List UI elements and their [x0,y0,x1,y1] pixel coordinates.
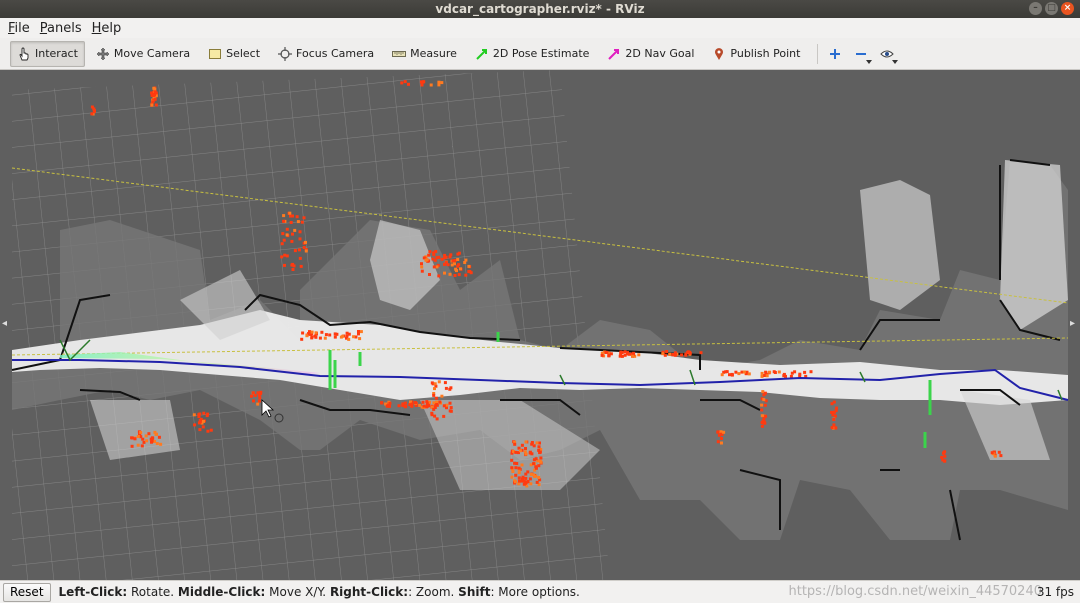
toolbar-separator [817,43,819,64]
reset-button[interactable]: Reset [3,582,51,602]
menu-panels-label: Panels [39,20,82,36]
hint-key-1: Middle-Click: [177,585,266,599]
maximize-icon[interactable]: □ [1045,2,1058,15]
visibility-tool-button[interactable] [876,43,899,65]
menu-file[interactable]: File [4,21,34,36]
move-camera-icon [96,47,110,60]
status-bar: Reset Left-Click: Rotate. Middle-Click: … [0,580,1080,603]
hint-action-1: Move X/Y. [265,585,330,599]
add-tool-button[interactable] [824,43,846,65]
publish-point-tool-button[interactable]: Publish Point [705,41,807,67]
menu-help-label: Help [91,20,122,36]
map-pin-icon [715,47,724,60]
focus-camera-tool-label: Focus Camera [296,47,375,60]
select-box-icon [209,48,222,59]
ruler-icon [392,50,407,57]
hint-action-0: Rotate. [127,585,178,599]
interact-tool-label: Interact [35,47,78,60]
select-tool-label: Select [226,47,261,60]
minus-icon [856,52,867,55]
menu-help[interactable]: Help [88,21,126,36]
hand-pointer-icon [19,47,29,60]
interact-tool-button[interactable]: Interact [10,40,85,67]
move-camera-tool-label: Move Camera [113,47,191,60]
hint-key-0: Left-Click: [58,585,128,599]
green-arrow-icon [476,48,487,60]
menu-panels[interactable]: Panels [36,21,86,36]
focus-camera-icon [278,46,293,61]
fps-counter: 31 fps [1036,585,1074,599]
menu-bar: File Panels Help [0,18,1080,38]
select-tool-button[interactable]: Select [201,41,267,67]
window-title: vdcar_cartographer.rviz* - RViz [435,2,645,16]
pose-estimate-tool-label: 2D Pose Estimate [492,47,590,60]
hint-action-2: : Zoom. [408,585,459,599]
measure-tool-button[interactable]: Measure [385,41,464,67]
publish-point-tool-label: Publish Point [730,47,801,60]
magenta-arrow-icon [608,48,620,60]
mouse-hint-text: Left-Click: Rotate. Middle-Click: Move X… [59,585,580,599]
menu-file-label: File [8,20,30,36]
nav-goal-tool-label: 2D Nav Goal [625,47,695,60]
minimize-icon[interactable]: – [1029,2,1042,15]
window-controls: – □ × [1029,2,1074,15]
nav-goal-tool-button[interactable]: 2D Nav Goal [600,41,701,67]
eye-icon [880,50,895,57]
render-viewport[interactable]: ◂ ▸ [0,70,1080,580]
chevron-down-icon [892,59,899,64]
remove-tool-button[interactable] [850,43,873,65]
map-scene [11,70,1069,580]
measure-tool-label: Measure [410,47,457,60]
left-collapse-arrow-icon[interactable]: ◂ [2,318,10,332]
window-titlebar: vdcar_cartographer.rviz* - RViz – □ × [0,0,1080,18]
watermark-text: https://blog.csdn.net/weixin_44570240 [788,584,1042,599]
plus-icon [830,48,841,59]
hint-key-2: Right-Click: [329,585,409,599]
right-collapse-arrow-icon[interactable]: ▸ [1070,318,1078,332]
close-icon[interactable]: × [1061,2,1074,15]
focus-camera-tool-button[interactable]: Focus Camera [271,41,381,67]
chevron-down-icon [866,59,873,64]
hint-key-3: Shift [458,585,491,599]
hint-action-3: : More options. [490,585,580,599]
move-camera-tool-button[interactable]: Move Camera [89,41,197,67]
tool-bar: Interact Move Camera Select Focus Camera… [0,38,1080,70]
pose-estimate-tool-button[interactable]: 2D Pose Estimate [468,41,597,67]
